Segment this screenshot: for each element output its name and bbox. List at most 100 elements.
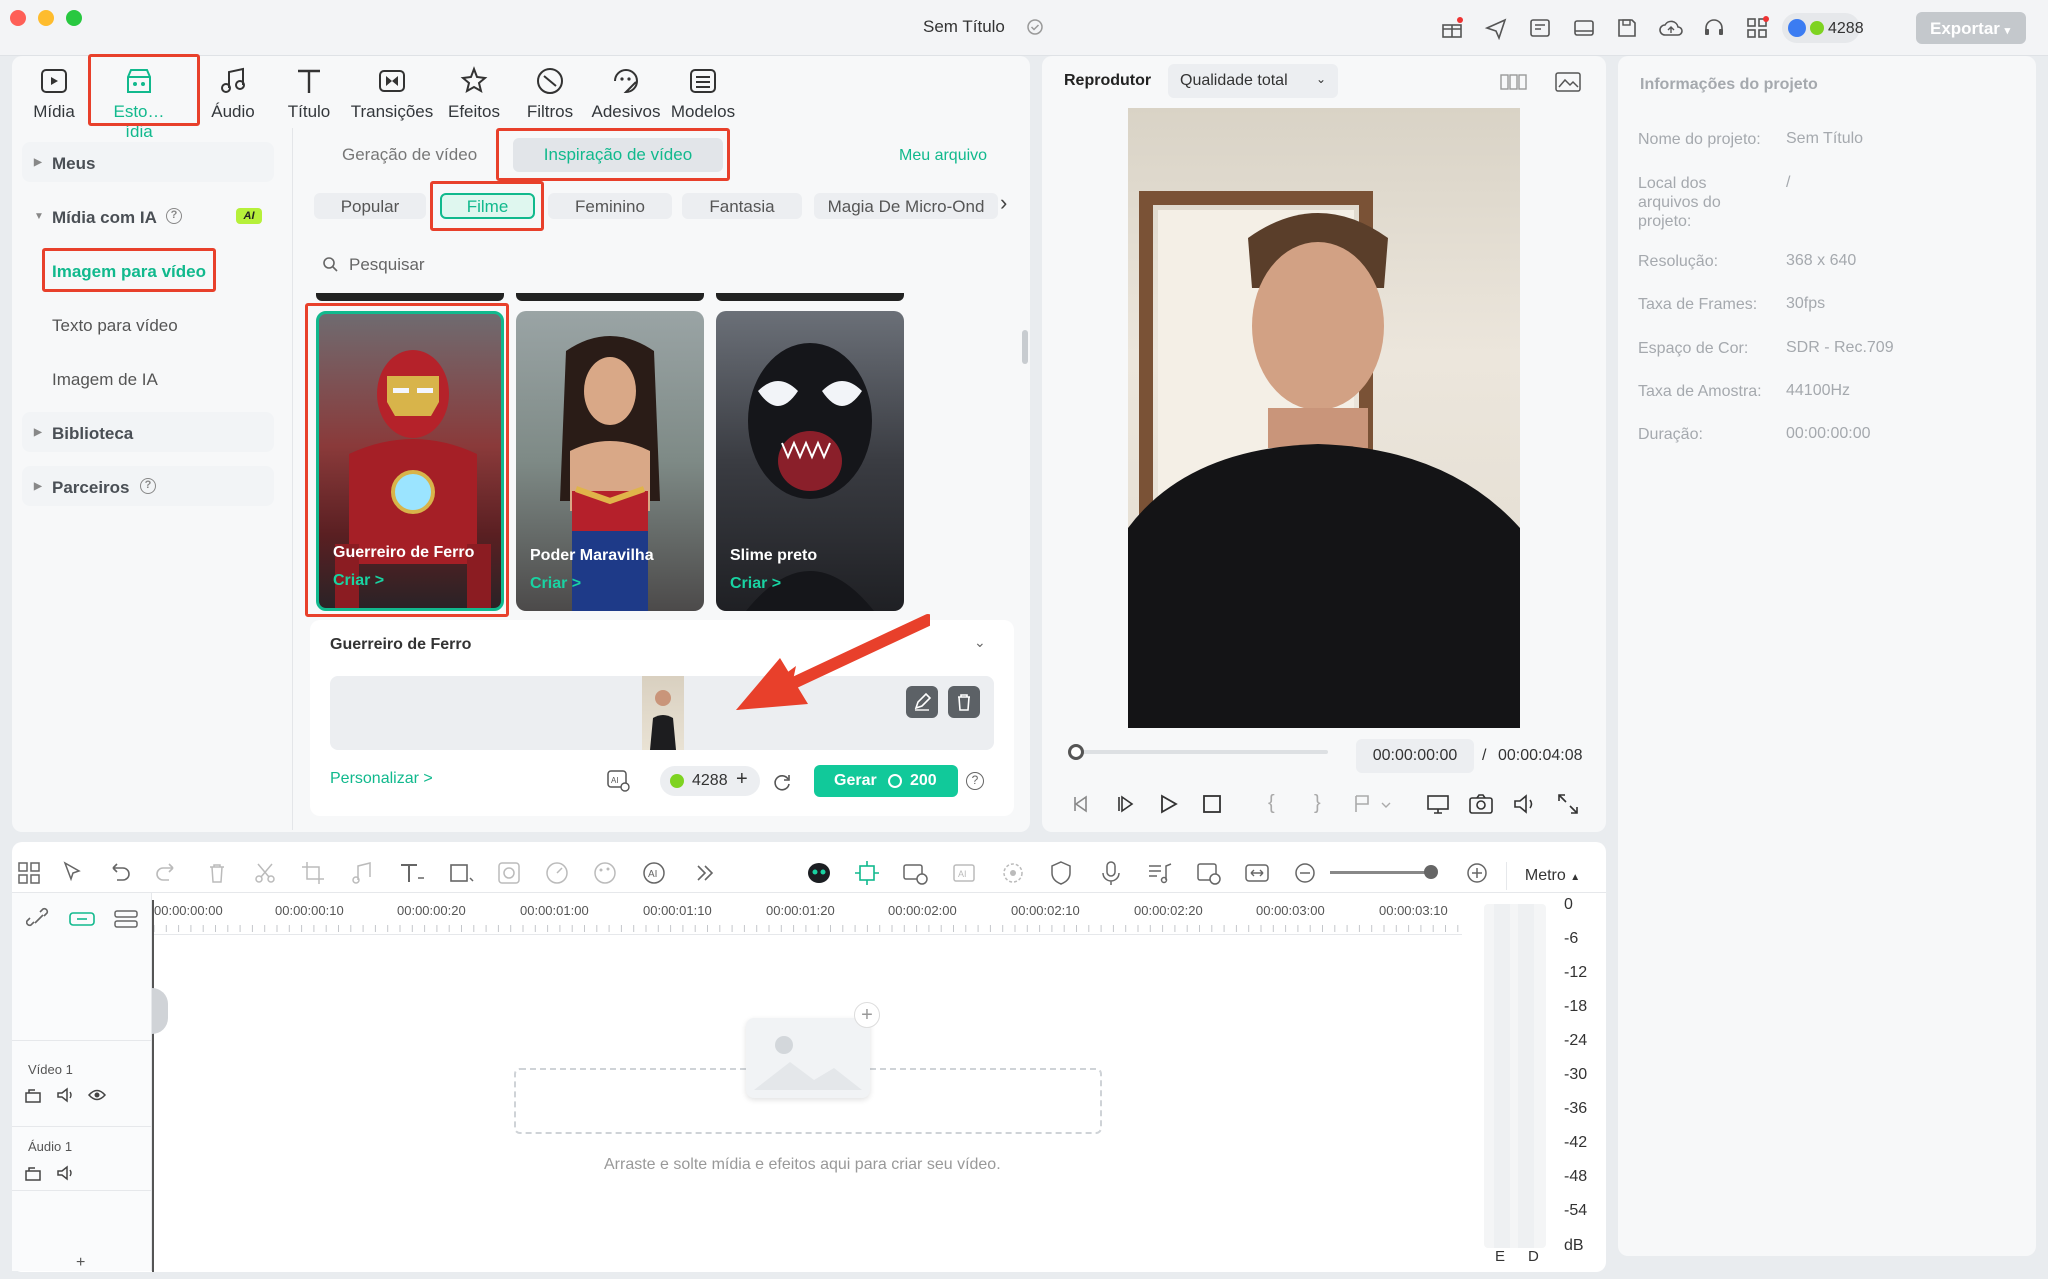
customize-link[interactable]: Personalizar > — [330, 770, 433, 788]
collapse-chevron-icon[interactable]: ⌄ — [974, 634, 986, 651]
tab-media[interactable]: Mídia — [18, 62, 90, 124]
card-create-link[interactable]: Criar > — [530, 575, 581, 593]
chip-feminino[interactable]: Feminino — [548, 193, 672, 219]
lock-track-icon[interactable] — [24, 1086, 42, 1104]
playhead-handle[interactable] — [1068, 744, 1084, 760]
shape-icon[interactable] — [446, 858, 476, 888]
fit-width-icon[interactable] — [1242, 858, 1272, 888]
tab-transitions[interactable]: Transições — [350, 62, 434, 124]
volume-icon[interactable] — [1510, 790, 1538, 818]
audio-mixer-icon[interactable] — [1144, 858, 1174, 888]
delete-icon[interactable] — [202, 858, 232, 888]
export-button[interactable]: Exportar ▾ — [1916, 12, 2026, 44]
sidebar-group-library[interactable]: ▶ Biblioteca — [22, 412, 274, 452]
meter-toggle[interactable]: Metro ▲ — [1506, 862, 1598, 890]
mark-out-icon[interactable]: } — [1314, 792, 1321, 815]
gift-icon[interactable] — [1440, 16, 1464, 40]
zoom-out-icon[interactable] — [1290, 858, 1320, 888]
add-media-icon[interactable]: + — [854, 1002, 880, 1028]
stabilize-icon[interactable] — [998, 858, 1028, 888]
ai-mate-icon[interactable] — [804, 858, 834, 888]
layout-icon[interactable] — [1572, 16, 1596, 40]
content-scrollbar[interactable] — [1022, 330, 1028, 364]
minimize-window-button[interactable] — [38, 10, 54, 26]
display-icon[interactable] — [1424, 790, 1452, 818]
link-tracks-icon[interactable] — [68, 906, 96, 932]
chip-popular[interactable]: Popular — [314, 193, 426, 219]
add-credits-icon[interactable]: + — [736, 768, 748, 791]
chip-magia[interactable]: Magia De Micro-Ond — [814, 193, 998, 219]
tab-filters[interactable]: Filtros — [514, 62, 586, 124]
headset-icon[interactable] — [1702, 16, 1726, 40]
redo-icon[interactable] — [152, 858, 182, 888]
delete-image-button[interactable] — [948, 686, 980, 718]
mute-track-icon[interactable] — [56, 1086, 74, 1104]
tab-effects[interactable]: Efeitos — [438, 62, 510, 124]
template-card-wonder-power[interactable]: Poder Maravilha Criar > — [516, 311, 704, 611]
unlink-icon[interactable] — [26, 906, 52, 932]
template-card-black-slime[interactable]: Slime preto Criar > — [716, 311, 904, 611]
card-create-link[interactable]: Criar > — [730, 575, 781, 593]
chips-next-arrow[interactable]: › — [1000, 190, 1007, 216]
notes-icon[interactable] — [1528, 16, 1552, 40]
play-icon[interactable] — [1154, 790, 1182, 818]
mark-in-icon[interactable]: { — [1268, 792, 1275, 815]
cut-icon[interactable] — [250, 858, 280, 888]
playback-scrubber[interactable] — [1068, 750, 1328, 754]
sidebar-group-ai-media[interactable]: ▼ Mídia com IA ? AI — [22, 196, 274, 236]
help-icon[interactable]: ? — [966, 772, 984, 790]
chip-fantasia[interactable]: Fantasia — [682, 193, 802, 219]
sidebar-item-ai-image[interactable]: Imagem de IA — [52, 370, 158, 390]
help-icon[interactable]: ? — [166, 208, 182, 224]
camera-icon[interactable] — [1467, 790, 1495, 818]
undo-icon[interactable] — [104, 858, 134, 888]
current-time-field[interactable]: 00:00:00:00 — [1356, 739, 1474, 773]
zoom-slider-handle[interactable] — [1424, 865, 1438, 879]
select-pointer-icon[interactable] — [58, 858, 88, 888]
audio-edit-icon[interactable] — [348, 858, 378, 888]
lock-track-icon[interactable] — [24, 1164, 42, 1182]
add-text-icon[interactable] — [396, 858, 426, 888]
microphone-icon[interactable] — [1096, 858, 1126, 888]
zoom-window-button[interactable] — [66, 10, 82, 26]
refresh-icon[interactable] — [772, 772, 792, 792]
tab-audio[interactable]: Áudio — [197, 62, 269, 124]
ai-audio-icon[interactable]: AI — [640, 858, 670, 888]
fullscreen-icon[interactable] — [1554, 790, 1582, 818]
mask-icon[interactable] — [494, 858, 524, 888]
auto-enhance-icon[interactable] — [852, 858, 882, 888]
search-input[interactable]: Pesquisar — [349, 255, 425, 275]
tab-templates[interactable]: Modelos — [666, 62, 740, 124]
zoom-slider[interactable] — [1330, 871, 1434, 874]
my-file-link[interactable]: Meu arquivo — [899, 147, 987, 165]
send-icon[interactable] — [1484, 16, 1508, 40]
timeline-playhead[interactable] — [152, 900, 154, 1272]
color-palette-icon[interactable] — [590, 858, 620, 888]
apps-grid-icon[interactable] — [1745, 16, 1769, 40]
shield-icon[interactable] — [1046, 858, 1076, 888]
close-window-button[interactable] — [10, 10, 26, 26]
tab-title[interactable]: Título — [273, 62, 345, 124]
more-tools-icon[interactable] — [690, 858, 720, 888]
cloud-upload-icon[interactable] — [1658, 16, 1684, 40]
stop-icon[interactable] — [1198, 790, 1226, 818]
save-icon[interactable] — [1615, 16, 1639, 40]
scene-detect-icon[interactable] — [900, 858, 930, 888]
ai-image-settings-icon[interactable]: AI — [606, 768, 630, 792]
next-frame-icon[interactable] — [1112, 790, 1140, 818]
sidebar-item-text-to-video[interactable]: Texto para vídeo — [52, 316, 178, 336]
grid-view-icon[interactable] — [1500, 72, 1528, 92]
sidebar-group-partners[interactable]: ▶ Parceiros? — [22, 466, 274, 506]
speed-icon[interactable] — [542, 858, 572, 888]
preview-render-icon[interactable] — [1194, 858, 1224, 888]
track-settings-icon[interactable] — [112, 906, 140, 932]
prev-frame-icon[interactable] — [1068, 790, 1096, 818]
tab-stickers[interactable]: Adesivos — [590, 62, 662, 124]
eye-icon[interactable] — [88, 1086, 106, 1104]
marker-dropdown-icon[interactable] — [1350, 790, 1391, 818]
generate-button[interactable]: Gerar 200 — [814, 765, 958, 797]
snapshot-view-icon[interactable] — [1554, 70, 1582, 94]
help-icon[interactable]: ? — [140, 478, 156, 494]
mute-track-icon[interactable] — [56, 1164, 74, 1182]
sidebar-group-meus[interactable]: ▶ Meus — [22, 142, 274, 182]
